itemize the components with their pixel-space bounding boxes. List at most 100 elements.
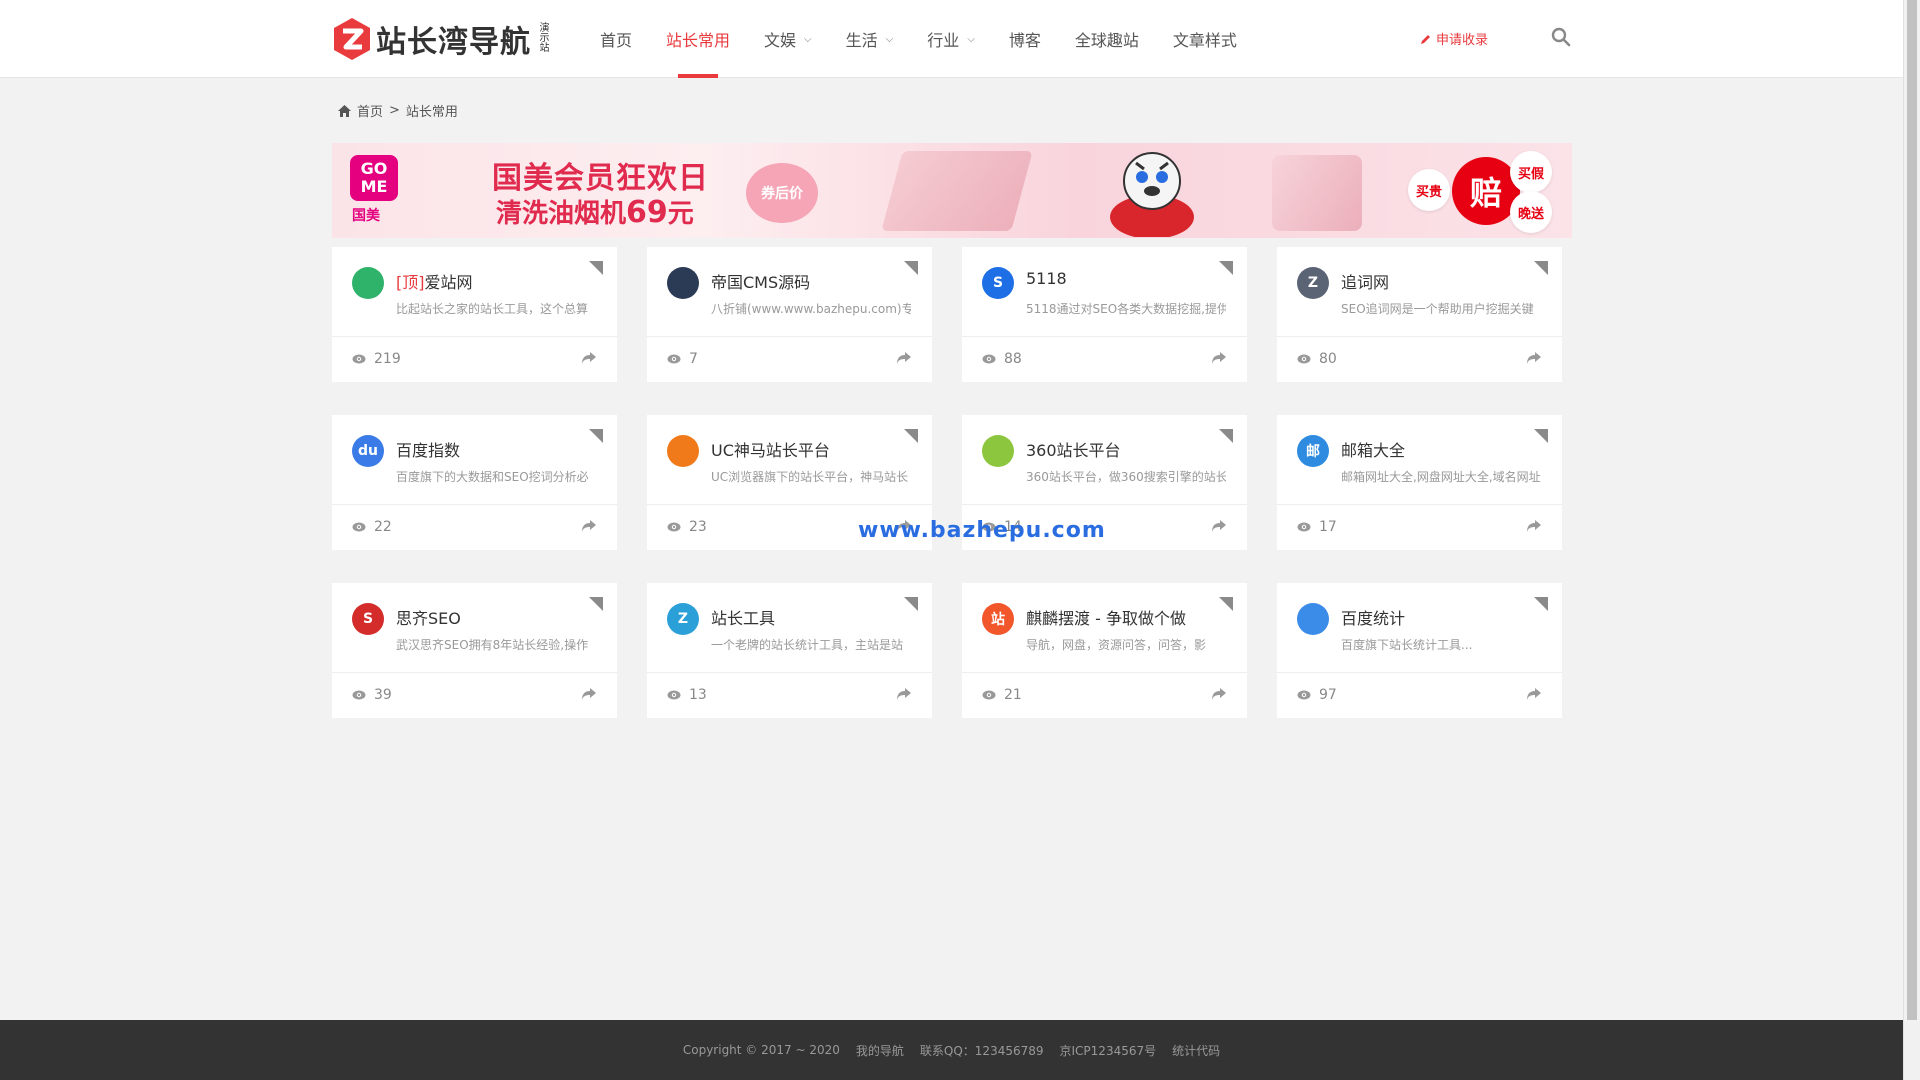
ad-banner[interactable]: GO ME 国美 国美会员狂欢日 清洗油烟机69元 券后价 买贵 赔 买假 晚送 — [332, 143, 1572, 238]
scrollbar-thumb[interactable] — [1907, 0, 1917, 1020]
card-body[interactable]: 百度统计 百度旗下站长统计工具... — [1277, 583, 1562, 673]
share-button[interactable] — [581, 351, 597, 369]
card-body[interactable]: Z 追词网 SEO追词网是一个帮助用户挖掘关键 — [1277, 247, 1562, 337]
breadcrumb: 首页 > 站长常用 — [338, 101, 458, 120]
banner-price: 69 — [626, 195, 668, 230]
share-button[interactable] — [1211, 519, 1227, 537]
card-title-text: 邮箱大全 — [1341, 441, 1406, 460]
view-count-value: 21 — [1004, 687, 1022, 703]
site-card[interactable]: 邮 邮箱大全 邮箱网址大全,网盘网址大全,域名网址 17 — [1277, 415, 1562, 550]
chevron-down-icon: ⌵ — [885, 33, 894, 45]
card-title[interactable]: 帝国CMS源码 — [711, 269, 810, 293]
eye-icon — [982, 690, 996, 700]
corner-fold-icon[interactable] — [589, 597, 603, 611]
card-footer: 7 — [647, 337, 932, 381]
corner-fold-icon[interactable] — [589, 429, 603, 443]
nav-industry-label: 行业 — [927, 31, 960, 50]
card-body[interactable]: S 思齐SEO 武汉思齐SEO拥有8年站长经验,操作 — [332, 583, 617, 673]
share-button[interactable] — [581, 519, 597, 537]
card-body[interactable]: [顶]爱站网 比起站长之家的站长工具，这个总算 — [332, 247, 617, 337]
card-title[interactable]: 360站长平台 — [1026, 437, 1121, 461]
card-title[interactable]: 麒麟摆渡 - 争取做个做 — [1026, 605, 1186, 629]
card-title[interactable]: 追词网 — [1341, 269, 1389, 293]
site-card[interactable]: 帝国CMS源码 八折铺(www.www.bazhepu.com)专 7 — [647, 247, 932, 382]
share-button[interactable] — [581, 687, 597, 705]
share-button[interactable] — [896, 351, 912, 369]
card-body[interactable]: 站 麒麟摆渡 - 争取做个做 导航，网盘，资源问答，问答，影 — [962, 583, 1247, 673]
footer-my-nav-link[interactable]: 我的导航 — [856, 1042, 904, 1059]
share-button[interactable] — [1526, 519, 1542, 537]
card-title[interactable]: 思齐SEO — [396, 605, 461, 629]
card-title[interactable]: 邮箱大全 — [1341, 437, 1405, 461]
nav-blog[interactable]: 博客 — [1009, 0, 1041, 78]
site-card[interactable]: du 百度指数 百度旗下的大数据和SEO挖词分析必 22 — [332, 415, 617, 550]
nav-global-sites[interactable]: 全球趣站 — [1075, 0, 1139, 78]
card-title[interactable]: 百度指数 — [396, 437, 460, 461]
card-title[interactable]: UC神马站长平台 — [711, 437, 830, 461]
footer-icp-link[interactable]: 京ICP1234567号 — [1060, 1042, 1157, 1059]
card-body[interactable]: 360站长平台 360站长平台，做360搜索引擎的站长 — [962, 415, 1247, 505]
view-count-value: 13 — [689, 687, 707, 703]
apply-submit-link[interactable]: 申请收录 — [1420, 29, 1488, 48]
card-title-text: UC神马站长平台 — [711, 441, 830, 460]
share-icon — [1212, 352, 1226, 364]
card-body[interactable]: 帝国CMS源码 八折铺(www.www.bazhepu.com)专 — [647, 247, 932, 337]
card-body[interactable]: Z 站长工具 一个老牌的站长统计工具，主站是站 — [647, 583, 932, 673]
share-button[interactable] — [1211, 351, 1227, 369]
nav-life[interactable]: 生活 ⌵ — [846, 0, 894, 78]
qilin-icon: 站 — [982, 603, 1014, 635]
badge-right-top: 买假 — [1510, 151, 1552, 193]
eye-icon — [667, 522, 681, 532]
card-body[interactable]: UC神马站长平台 UC浏览器旗下的站长平台，神马站长 — [647, 415, 932, 505]
share-icon — [582, 352, 596, 364]
breadcrumb-home-link[interactable]: 首页 — [357, 101, 383, 120]
site-card[interactable]: [顶]爱站网 比起站长之家的站长工具，这个总算 219 — [332, 247, 617, 382]
corner-fold-icon[interactable] — [1219, 597, 1233, 611]
site-card[interactable]: Z 追词网 SEO追词网是一个帮助用户挖掘关键 80 — [1277, 247, 1562, 382]
card-title-text: 帝国CMS源码 — [711, 273, 811, 292]
corner-fold-icon[interactable] — [1534, 429, 1548, 443]
card-title[interactable]: 5118 — [1026, 269, 1067, 288]
card-body[interactable]: du 百度指数 百度旗下的大数据和SEO挖词分析必 — [332, 415, 617, 505]
site-card[interactable]: S 思齐SEO 武汉思齐SEO拥有8年站长经验,操作 39 — [332, 583, 617, 718]
card-title[interactable]: [顶]爱站网 — [396, 269, 473, 293]
card-title[interactable]: 站长工具 — [711, 605, 775, 629]
site-card[interactable]: 百度统计 百度旗下站长统计工具... 97 — [1277, 583, 1562, 718]
corner-fold-icon[interactable] — [1219, 429, 1233, 443]
vertical-scrollbar[interactable] — [1903, 0, 1920, 1080]
pinned-tag: [顶] — [396, 273, 425, 292]
site-card[interactable]: 站 麒麟摆渡 - 争取做个做 导航，网盘，资源问答，问答，影 21 — [962, 583, 1247, 718]
card-footer: 39 — [332, 673, 617, 717]
view-count: 21 — [982, 687, 1022, 703]
search-button[interactable] — [1551, 27, 1573, 49]
corner-fold-icon[interactable] — [1534, 261, 1548, 275]
share-icon — [897, 688, 911, 700]
view-count: 7 — [667, 351, 698, 367]
corner-fold-icon[interactable] — [589, 261, 603, 275]
corner-fold-icon[interactable] — [1219, 261, 1233, 275]
nav-entertainment[interactable]: 文娱 ⌵ — [764, 0, 812, 78]
view-count: 39 — [352, 687, 392, 703]
site-card[interactable]: Z 站长工具 一个老牌的站长统计工具，主站是站 13 — [647, 583, 932, 718]
nav-home[interactable]: 首页 — [600, 0, 632, 78]
nav-article-styles[interactable]: 文章样式 — [1173, 0, 1237, 78]
site-card[interactable]: S 5118 5118通过对SEO各类大数据挖掘,提供 88 — [962, 247, 1247, 382]
card-body[interactable]: 邮 邮箱大全 邮箱网址大全,网盘网址大全,域名网址 — [1277, 415, 1562, 505]
share-button[interactable] — [1526, 351, 1542, 369]
chevron-down-icon: ⌵ — [967, 33, 975, 45]
share-button[interactable] — [1526, 687, 1542, 705]
corner-fold-icon[interactable] — [904, 597, 918, 611]
share-button[interactable] — [896, 687, 912, 705]
corner-fold-icon[interactable] — [904, 261, 918, 275]
nav-webmaster-common[interactable]: 站长常用 — [666, 0, 730, 78]
site-logo[interactable]: 站长湾导航 演示站 — [332, 15, 548, 63]
corner-fold-icon[interactable] — [1534, 597, 1548, 611]
share-button[interactable] — [1211, 687, 1227, 705]
corner-fold-icon[interactable] — [904, 429, 918, 443]
apply-submit-label: 申请收录 — [1436, 33, 1489, 48]
site-header: 站长湾导航 演示站 首页 站长常用 文娱 ⌵ 生活 ⌵ 行业 ⌵ 博客 全球趣站 文章… — [0, 0, 1903, 78]
nav-industry[interactable]: 行业 ⌵ — [927, 0, 975, 78]
card-title[interactable]: 百度统计 — [1341, 605, 1405, 629]
chevron-down-icon: ⌵ — [804, 33, 812, 45]
card-body[interactable]: S 5118 5118通过对SEO各类大数据挖掘,提供 — [962, 247, 1247, 337]
